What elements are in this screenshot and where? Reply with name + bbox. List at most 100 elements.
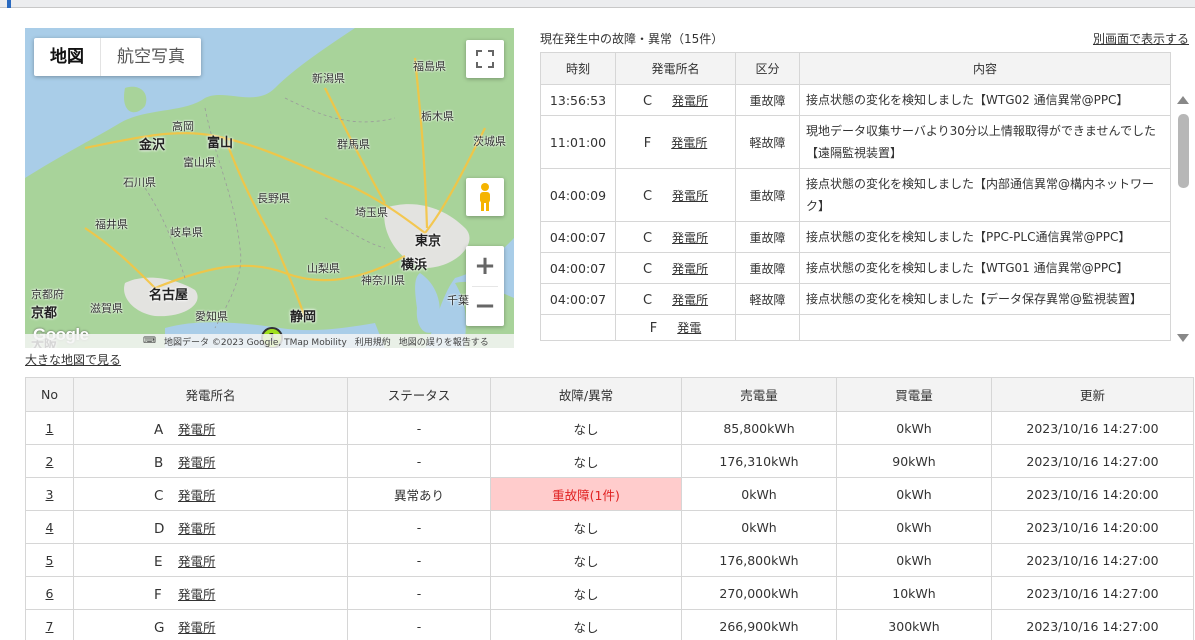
plant-fault: なし xyxy=(490,543,682,577)
zoom-separator xyxy=(472,286,498,287)
fault-plant: C 発電所 xyxy=(615,168,736,222)
fault-message: 接点状態の変化を検知しました【WTG02 通信異常@PPC】 xyxy=(799,84,1171,116)
fault-time: 04:00:07 xyxy=(540,221,616,253)
plant-status: - xyxy=(347,543,491,577)
top-bar xyxy=(0,0,1195,8)
fault-plant: C 発電所 xyxy=(615,221,736,253)
plant-updated: 2023/10/16 14:20:00 xyxy=(991,477,1194,511)
plant-sell: 0kWh xyxy=(681,510,837,544)
plant-fault: なし xyxy=(490,444,682,478)
plant-no-link[interactable]: 6 xyxy=(46,586,54,601)
plant-name: G 発電所 xyxy=(73,609,348,640)
scroll-thumb[interactable] xyxy=(1178,114,1189,188)
plant-buy: 300kWh xyxy=(836,609,992,640)
fault-plant-link[interactable]: 発電所 xyxy=(672,231,708,245)
plant-no-link[interactable]: 1 xyxy=(46,421,54,436)
plant-buy: 10kWh xyxy=(836,576,992,610)
plant-no-link[interactable]: 2 xyxy=(46,454,54,469)
report-error-link[interactable]: 地図の誤りを報告する xyxy=(399,335,489,348)
plant-status-table: No 発電所名 ステータス 故障/異常 売電量 買電量 更新 1 A 発電所 - なし 8… xyxy=(25,377,1194,640)
fault-message xyxy=(799,314,1171,341)
fault-message: 接点状態の変化を検知しました【内部通信異常@構内ネットワーク】 xyxy=(799,168,1171,222)
plant-name: B 発電所 xyxy=(73,444,348,478)
map-type-roadmap-button[interactable]: 地図 xyxy=(34,38,101,76)
zoom-in-button[interactable]: + xyxy=(466,246,504,286)
plant-name-link[interactable]: 発電所 xyxy=(178,587,216,602)
plant-sell: 176,310kWh xyxy=(681,444,837,478)
fault-plant-link[interactable]: 発電 xyxy=(677,321,701,335)
plant-name-link[interactable]: 発電所 xyxy=(178,554,216,569)
fault-time xyxy=(540,314,616,341)
plant-name-link[interactable]: 発電所 xyxy=(178,620,216,635)
fault-time: 04:00:07 xyxy=(540,252,616,284)
zoom-out-button[interactable]: − xyxy=(466,286,504,326)
plant-name-link[interactable]: 発電所 xyxy=(178,521,216,536)
plant-no-link[interactable]: 7 xyxy=(46,619,54,634)
fault-plant-letter: F xyxy=(643,135,652,151)
keyboard-shortcuts-icon[interactable]: ⌨ xyxy=(143,336,156,346)
plant-letter: B xyxy=(154,454,164,471)
plant-sell: 85,800kWh xyxy=(681,411,837,445)
fault-row: 11:01:00 F 発電所 軽故障 現地データ収集サーバより30分以上情報取得ができま… xyxy=(540,115,1171,169)
plant-name: A 発電所 xyxy=(73,411,348,445)
scroll-up-arrow-icon[interactable] xyxy=(1177,96,1189,104)
map-prefecture-label: 長野県 xyxy=(257,192,290,205)
zoom-control: + − xyxy=(466,246,504,326)
plant-name-link[interactable]: 発電所 xyxy=(178,488,216,503)
map-type-satellite-button[interactable]: 航空写真 xyxy=(101,38,201,76)
fault-list-scrollbar[interactable] xyxy=(1174,90,1193,350)
fault-header-row: 時刻 発電所名 区分 内容 xyxy=(540,52,1171,85)
scroll-down-arrow-icon[interactable] xyxy=(1177,334,1189,342)
fault-message: 接点状態の変化を検知しました【データ保存異常@監視装置】 xyxy=(799,283,1171,315)
fault-row: 04:00:09 C 発電所 重故障 接点状態の変化を検知しました【内部通信異常@構内ネ… xyxy=(540,168,1171,222)
plant-no-link[interactable]: 4 xyxy=(46,520,54,535)
map-prefecture-label: 京都府 xyxy=(31,288,64,301)
plant-fault: なし xyxy=(490,576,682,610)
fault-time: 13:56:53 xyxy=(540,84,616,116)
plant-col-no: No xyxy=(25,377,74,412)
map-view[interactable]: 地図 航空写真 + − 新潟県 福島県 栃木県 群馬県 茨城県 高岡 富山県 石川県 岐阜県 長野… xyxy=(25,28,514,348)
map-city-label: 横浜 xyxy=(401,258,428,273)
fault-plant: F 発電所 xyxy=(615,115,736,169)
fault-plant-link[interactable]: 発電所 xyxy=(671,136,707,150)
plant-no: 1 xyxy=(25,411,74,445)
terms-link[interactable]: 利用規約 xyxy=(355,335,391,348)
plant-name-link[interactable]: 発電所 xyxy=(178,422,216,437)
map-city-label: 名古屋 xyxy=(149,288,189,303)
street-view-pegman-button[interactable] xyxy=(466,178,504,216)
map-prefecture-label: 群馬県 xyxy=(337,138,370,151)
plant-buy: 0kWh xyxy=(836,477,992,511)
fault-plant-letter: C xyxy=(642,230,653,246)
fault-plant-link[interactable]: 発電所 xyxy=(672,94,708,108)
fault-table: 時刻 発電所名 区分 内容 13:56:53 C 発電所 重故障 接点状態の変化を検知し… xyxy=(540,52,1171,341)
map-prefecture-label: 神奈川県 xyxy=(361,274,405,287)
map-city-label: 静岡 xyxy=(290,310,317,325)
map-prefecture-label: 岐阜県 xyxy=(170,226,203,239)
fullscreen-button[interactable] xyxy=(466,40,504,78)
plant-letter: C xyxy=(154,487,164,504)
plant-col-name: 発電所名 xyxy=(73,377,348,412)
plant-name-link[interactable]: 発電所 xyxy=(178,455,216,470)
fault-row: 04:00:07 C 発電所 軽故障 接点状態の変化を検知しました【データ保存異常@監視… xyxy=(540,283,1171,315)
fault-time: 04:00:09 xyxy=(540,168,616,222)
fault-class: 軽故障 xyxy=(735,115,800,169)
plant-buy: 0kWh xyxy=(836,510,992,544)
fault-class: 重故障 xyxy=(735,168,800,222)
plant-row: 5 E 発電所 - なし 176,800kWh 0kWh 2023/10/16 14:27:0… xyxy=(25,543,1194,577)
fault-plant-link[interactable]: 発電所 xyxy=(672,189,708,203)
map-prefecture-label: 埼玉県 xyxy=(355,206,388,219)
plant-sell: 266,900kWh xyxy=(681,609,837,640)
plant-letter: D xyxy=(154,520,165,537)
fault-list-panel[interactable]: 時刻 発電所名 区分 内容 13:56:53 C 発電所 重故障 接点状態の変化を検知し… xyxy=(540,52,1193,350)
plant-no-link[interactable]: 3 xyxy=(46,487,54,502)
pegman-icon xyxy=(480,183,490,211)
fault-plant-link[interactable]: 発電所 xyxy=(672,293,708,307)
fault-plant-letter: C xyxy=(642,261,653,277)
large-map-link[interactable]: 大きな地図で見る xyxy=(25,351,121,368)
plant-updated: 2023/10/16 14:27:00 xyxy=(991,609,1194,640)
plant-buy: 0kWh xyxy=(836,411,992,445)
map-prefecture-label: 福島県 xyxy=(413,60,446,73)
fault-plant-link[interactable]: 発電所 xyxy=(672,262,708,276)
plant-no-link[interactable]: 5 xyxy=(46,553,54,568)
open-in-new-window-link[interactable]: 別画面で表示する xyxy=(1093,30,1189,47)
